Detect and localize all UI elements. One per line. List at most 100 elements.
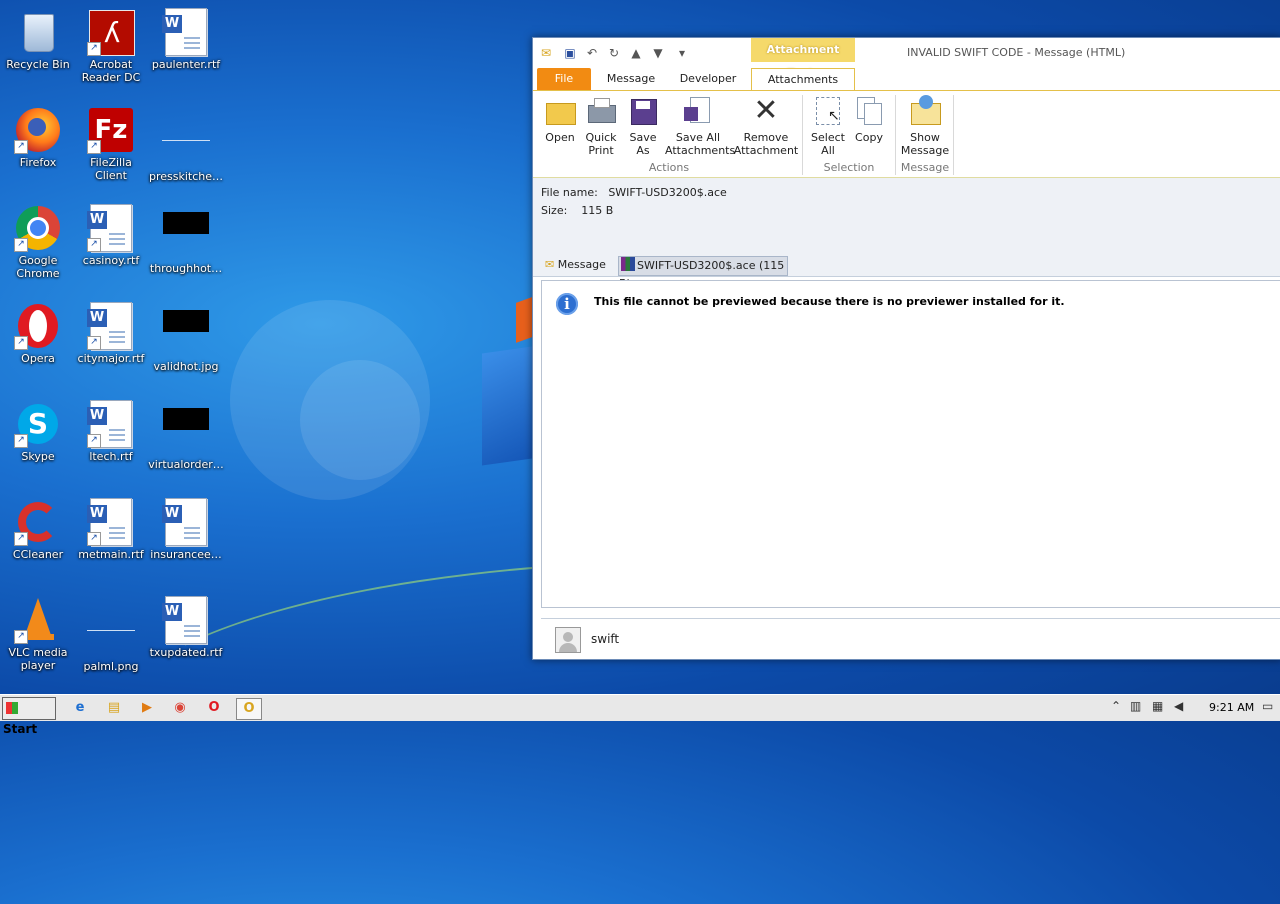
tab-attachments[interactable]: Attachments	[751, 68, 855, 91]
desktop-icon-presskitche[interactable]: presskitche…	[148, 100, 224, 190]
desktop-icon-acrobat[interactable]: ʎ ↗ Acrobat Reader DC	[73, 2, 149, 92]
down-arrow-icon[interactable]: ▼	[649, 44, 667, 62]
image-thumb-icon	[162, 310, 210, 358]
save-as-button[interactable]: Save As	[623, 95, 663, 157]
quick-print-label-1: Quick	[585, 131, 617, 144]
sender-name[interactable]: swift	[591, 632, 619, 646]
desktop-icon-insurancee[interactable]: W insurancee…	[148, 492, 224, 582]
desktop-icon-virtualorder[interactable]: virtualorder…	[148, 394, 224, 484]
size-label: Size:	[541, 204, 568, 217]
show-message-button[interactable]: Show Message	[899, 95, 951, 157]
save-icon[interactable]: ▣	[561, 44, 579, 62]
desktop-icon-firefox[interactable]: ↗ Firefox	[0, 100, 76, 190]
filezilla-icon: Fz ↗	[87, 106, 135, 154]
chrome-icon: ↗	[14, 204, 62, 252]
desktop-icon-label: txupdated.rtf	[149, 646, 223, 659]
preview-message: This file cannot be previewed because th…	[594, 295, 1065, 308]
desktop-icon-skype[interactable]: S ↗ Skype	[0, 394, 76, 484]
acrobat-icon: ʎ ↗	[87, 8, 135, 56]
show-desktop-icon[interactable]: ▭	[1262, 699, 1273, 713]
up-arrow-icon[interactable]: ▲	[627, 44, 645, 62]
chrome-taskbar-icon[interactable]: ◉	[170, 698, 190, 718]
file-name-row: File name: SWIFT-USD3200$.ace	[541, 186, 727, 199]
desktop-icon-recycle-bin[interactable]: Recycle Bin	[0, 2, 76, 92]
explorer-icon[interactable]: ▤	[104, 698, 124, 718]
customize-qat-icon[interactable]: ▾	[673, 44, 691, 62]
attachment-tab-file[interactable]: SWIFT-USD3200$.ace (115 B)	[618, 256, 788, 290]
desktop-icon-label: paulenter.rtf	[151, 58, 221, 71]
watermark: ANY RUN	[1038, 612, 1277, 663]
undo-icon[interactable]: ↶	[583, 44, 601, 62]
windows-logo-fragment	[482, 346, 532, 466]
info-icon: i	[556, 293, 578, 315]
redo-icon[interactable]: ↻	[605, 44, 623, 62]
desktop-icon-paulenter[interactable]: W paulenter.rtf	[148, 2, 224, 92]
tab-developer[interactable]: Developer	[671, 68, 745, 90]
tab-file[interactable]: File	[537, 68, 591, 90]
attachment-tab-message[interactable]: ✉ Message	[545, 256, 615, 274]
show-message-icon	[909, 95, 941, 127]
remove-attachment-button[interactable]: ✕ Remove Attachment	[733, 93, 799, 158]
desktop-icon-metmain[interactable]: W ↗ metmain.rtf	[73, 492, 149, 582]
quick-print-button[interactable]: Quick Print	[581, 95, 621, 157]
ribbon-separator	[953, 95, 954, 175]
desktop-icon-chrome[interactable]: ↗ Google Chrome	[0, 198, 76, 288]
ie-icon[interactable]: e	[70, 698, 90, 718]
desktop-icon-opera[interactable]: ↗ Opera	[0, 296, 76, 386]
printer-icon	[585, 95, 617, 127]
desktop-icon-filezilla[interactable]: Fz ↗ FileZilla Client	[73, 100, 149, 190]
desktop-icon-label: insurancee…	[150, 548, 222, 561]
word-doc-icon: W	[162, 8, 210, 56]
desktop-icon-label: FileZilla Client	[90, 156, 132, 182]
save-all-attachments-button[interactable]: Save All Attachments	[665, 95, 735, 157]
word-doc-icon: W ↗	[87, 204, 135, 252]
desktop-icon-palml[interactable]: palml.png	[73, 590, 149, 680]
desktop-icon-label: Skype	[21, 450, 55, 463]
file-name-label: File name:	[541, 186, 598, 199]
opera-taskbar-icon[interactable]: O	[204, 698, 224, 718]
start-label: Start	[3, 722, 38, 736]
folder-open-icon	[544, 95, 576, 127]
desktop-icon-label: Firefox	[19, 156, 57, 169]
envelope-icon[interactable]: ✉	[537, 44, 555, 62]
desktop-icon-ltech[interactable]: W ↗ ltech.rtf	[73, 394, 149, 484]
open-button[interactable]: Open	[539, 95, 581, 144]
desktop-icon-validhot[interactable]: validhot.jpg	[148, 296, 224, 386]
desktop-icon-throughhot[interactable]: throughhot…	[148, 198, 224, 288]
start-button[interactable]: Start	[2, 697, 56, 736]
desktop-icon-label: citymajor.rtf	[77, 352, 145, 365]
copy-button[interactable]: Copy	[849, 95, 889, 144]
desktop-icon-label: Opera	[21, 352, 55, 365]
desktop-icon-label: Google Chrome	[16, 254, 60, 280]
desktop-icon-label: ltech.rtf	[89, 450, 133, 463]
save-as-label-1: Save	[629, 131, 657, 144]
device-icon[interactable]: ▥	[1130, 699, 1141, 713]
window-title: INVALID SWIFT CODE - Message (HTML)	[907, 46, 1126, 59]
ribbon-tabs: File Message Developer Attachments	[533, 68, 1280, 91]
desktop-icon-citymajor[interactable]: W ↗ citymajor.rtf	[73, 296, 149, 386]
desktop-icon-label: palml.png	[83, 660, 139, 673]
avatar[interactable]	[555, 627, 581, 653]
save-as-icon	[627, 95, 659, 127]
clock[interactable]: 9:21 AM	[1209, 701, 1254, 714]
volume-icon[interactable]: ◀	[1174, 699, 1183, 713]
save-all-icon	[682, 95, 714, 127]
remove-x-icon: ✕	[753, 93, 779, 128]
size-row: Size: 115 B	[541, 204, 613, 217]
tab-message[interactable]: Message	[597, 68, 665, 90]
media-player-icon[interactable]: ▶	[137, 698, 157, 718]
attachment-tools-label: Attachment Tools	[751, 38, 855, 80]
desktop-icon-label: casinoy.rtf	[82, 254, 140, 267]
desktop-icon-casinoy[interactable]: W ↗ casinoy.rtf	[73, 198, 149, 288]
vlc-icon: ↗	[14, 596, 62, 644]
network-icon[interactable]: ▦	[1152, 699, 1163, 713]
select-all-button[interactable]: ↖ Select All	[807, 95, 849, 157]
show-hidden-icons[interactable]: ⌃	[1111, 699, 1121, 713]
desktop-icon-vlc[interactable]: ↗ VLC media player	[0, 590, 76, 680]
desktop-icon-label: Acrobat Reader DC	[81, 58, 141, 84]
desktop-icon-txupdated[interactable]: W txupdated.rtf	[148, 590, 224, 680]
word-doc-icon: W ↗	[87, 400, 135, 448]
desktop-icon-label: metmain.rtf	[78, 548, 144, 561]
desktop-icon-ccleaner[interactable]: ↗ CCleaner	[0, 492, 76, 582]
outlook-taskbar-icon[interactable]: O	[236, 698, 262, 720]
